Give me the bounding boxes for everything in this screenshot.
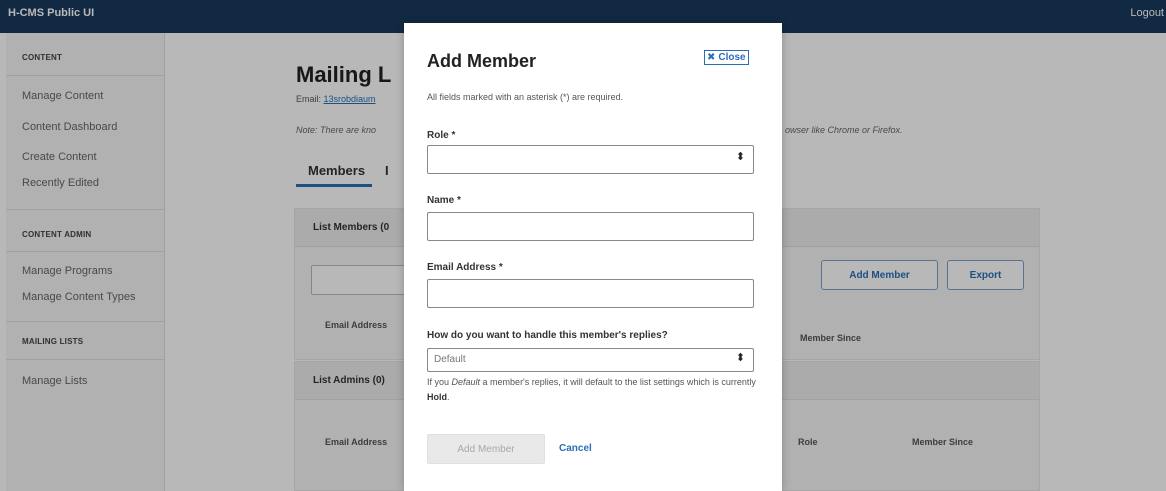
name-input[interactable] [427, 212, 754, 241]
help-hold: Hold [427, 392, 447, 402]
close-icon: ✖ [707, 52, 716, 63]
dialog-add-member-button[interactable]: Add Member [427, 434, 545, 464]
help-middle: a member's replies, it will default to t… [480, 377, 756, 387]
replies-help-text: If you Default a member's replies, it wi… [427, 375, 757, 405]
replies-select[interactable]: Default ⬍ [427, 348, 754, 372]
close-button[interactable]: ✖ Close [704, 50, 749, 65]
add-member-dialog: Add Member ✖ Close All fields marked with… [404, 23, 782, 491]
role-label: Role * [427, 130, 456, 141]
replies-selected-value: Default [434, 354, 466, 365]
cancel-button[interactable]: Cancel [559, 443, 592, 454]
email-input[interactable] [427, 279, 754, 308]
dialog-title: Add Member [427, 51, 537, 71]
close-label: Close [718, 52, 746, 63]
select-arrows-icon: ⬍ [735, 352, 745, 364]
help-default: Default [451, 377, 481, 387]
email-label: Email Address * [427, 262, 503, 273]
help-prefix: If you [427, 377, 452, 387]
name-label: Name * [427, 195, 461, 206]
select-arrows-icon: ⬍ [735, 151, 745, 163]
role-select[interactable]: ⬍ [427, 145, 754, 174]
replies-label: How do you want to handle this member's … [427, 330, 668, 341]
required-fields-note: All fields marked with an asterisk (*) a… [427, 92, 624, 102]
help-suffix: . [447, 392, 450, 402]
